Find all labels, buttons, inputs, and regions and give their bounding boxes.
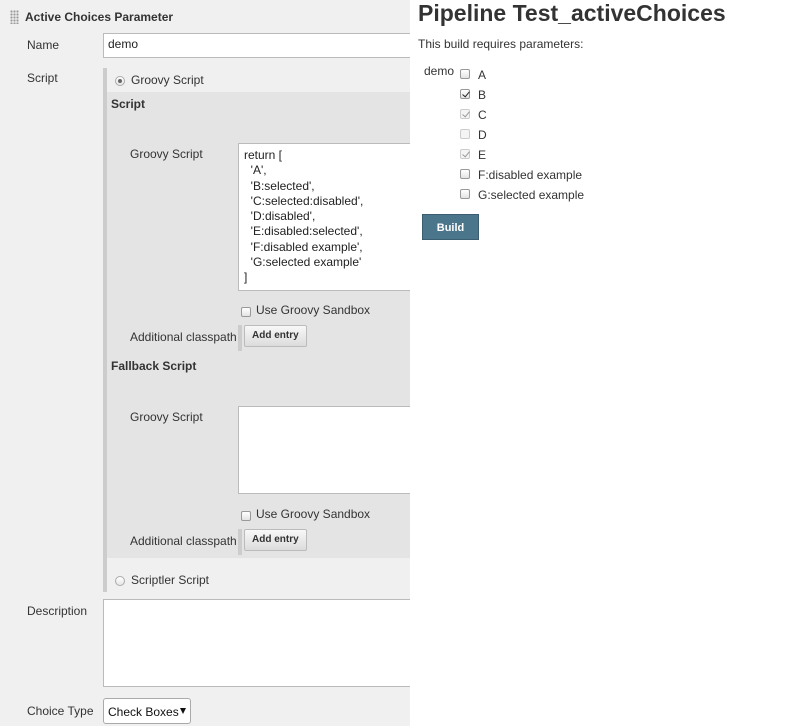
- choice-checkbox-b[interactable]: [460, 89, 470, 99]
- script-line: 'B:selected',: [244, 178, 315, 193]
- name-label: Name: [27, 38, 60, 52]
- choice-checkbox-e: [460, 149, 470, 159]
- groovy-script-label: Groovy Script: [130, 147, 203, 161]
- choice-checkbox-f[interactable]: [460, 169, 470, 179]
- choice-type-label: Choice Type: [27, 704, 94, 718]
- drag-handle-icon[interactable]: [10, 10, 19, 24]
- choice-label-f: F:disabled example: [478, 168, 583, 182]
- use-groovy-sandbox-label: Use Groovy Sandbox: [256, 303, 371, 317]
- parameter-config-panel: Active Choices Parameter Name demo Scrip…: [0, 0, 410, 726]
- use-groovy-sandbox-checkbox[interactable]: [241, 307, 251, 317]
- script-line: 'A',: [244, 163, 267, 178]
- build-button[interactable]: Build: [422, 214, 479, 240]
- additional-classpath-label: Additional classpath: [130, 330, 237, 344]
- script-label: Script: [27, 71, 58, 85]
- choice-checkbox-g[interactable]: [460, 189, 470, 199]
- script-line: 'E:disabled:selected',: [244, 224, 363, 239]
- add-entry-button[interactable]: Add entry: [244, 325, 307, 347]
- choice-type-value: Check Boxes: [108, 705, 179, 719]
- fallback-script-heading: Fallback Script: [111, 359, 197, 373]
- page-subtitle: This build requires parameters:: [418, 37, 584, 51]
- choice-type-select[interactable]: Check Boxes: [103, 698, 191, 724]
- build-with-parameters-panel: Pipeline Test_activeChoices This build r…: [410, 0, 800, 726]
- fallback-groovy-script-label: Groovy Script: [130, 410, 203, 424]
- groovy-script-radio[interactable]: [115, 76, 125, 86]
- script-line: 'F:disabled example',: [244, 239, 363, 254]
- fallback-classpath-bar: [238, 529, 242, 555]
- choice-label-c: C: [478, 108, 487, 122]
- script-line: return [: [244, 148, 283, 162]
- script-line: 'G:selected example': [244, 255, 362, 270]
- choice-label-e: E: [478, 148, 487, 162]
- script-heading: Script: [111, 97, 146, 111]
- choice-label-g: G:selected example: [478, 188, 585, 202]
- groovy-script-editor[interactable]: return [ 'A', 'B:selected', 'C:selected:…: [238, 143, 410, 291]
- choice-checkbox-d: [460, 129, 470, 139]
- fallback-use-groovy-sandbox-label: Use Groovy Sandbox: [256, 507, 371, 521]
- script-line: 'D:disabled',: [244, 209, 316, 224]
- name-input[interactable]: demo: [103, 33, 410, 58]
- fallback-additional-classpath-label: Additional classpath: [130, 534, 237, 548]
- fallback-use-groovy-sandbox-checkbox[interactable]: [241, 511, 251, 521]
- fallback-script-editor[interactable]: [238, 406, 410, 494]
- choice-label-a: A: [478, 68, 487, 82]
- script-line: ]: [244, 270, 248, 285]
- description-input[interactable]: [103, 599, 410, 687]
- dropdown-arrow-icon: [180, 708, 186, 714]
- page-title: Pipeline Test_activeChoices: [418, 0, 726, 26]
- parameter-type-title: Active Choices Parameter: [25, 10, 174, 24]
- scriptler-script-option-label: Scriptler Script: [131, 573, 210, 587]
- choice-checkbox-c: [460, 109, 470, 119]
- classpath-bar: [238, 325, 242, 351]
- choice-label-b: B: [478, 88, 487, 102]
- choice-checkbox-a[interactable]: [460, 69, 470, 79]
- groovy-script-option-label: Groovy Script: [131, 73, 204, 87]
- parameter-name-label: demo: [424, 64, 455, 78]
- choice-label-d: D: [478, 128, 487, 142]
- fallback-add-entry-button[interactable]: Add entry: [244, 529, 307, 551]
- description-label: Description: [27, 604, 88, 618]
- scriptler-script-radio[interactable]: [115, 576, 125, 586]
- script-line: 'C:selected:disabled',: [244, 193, 364, 208]
